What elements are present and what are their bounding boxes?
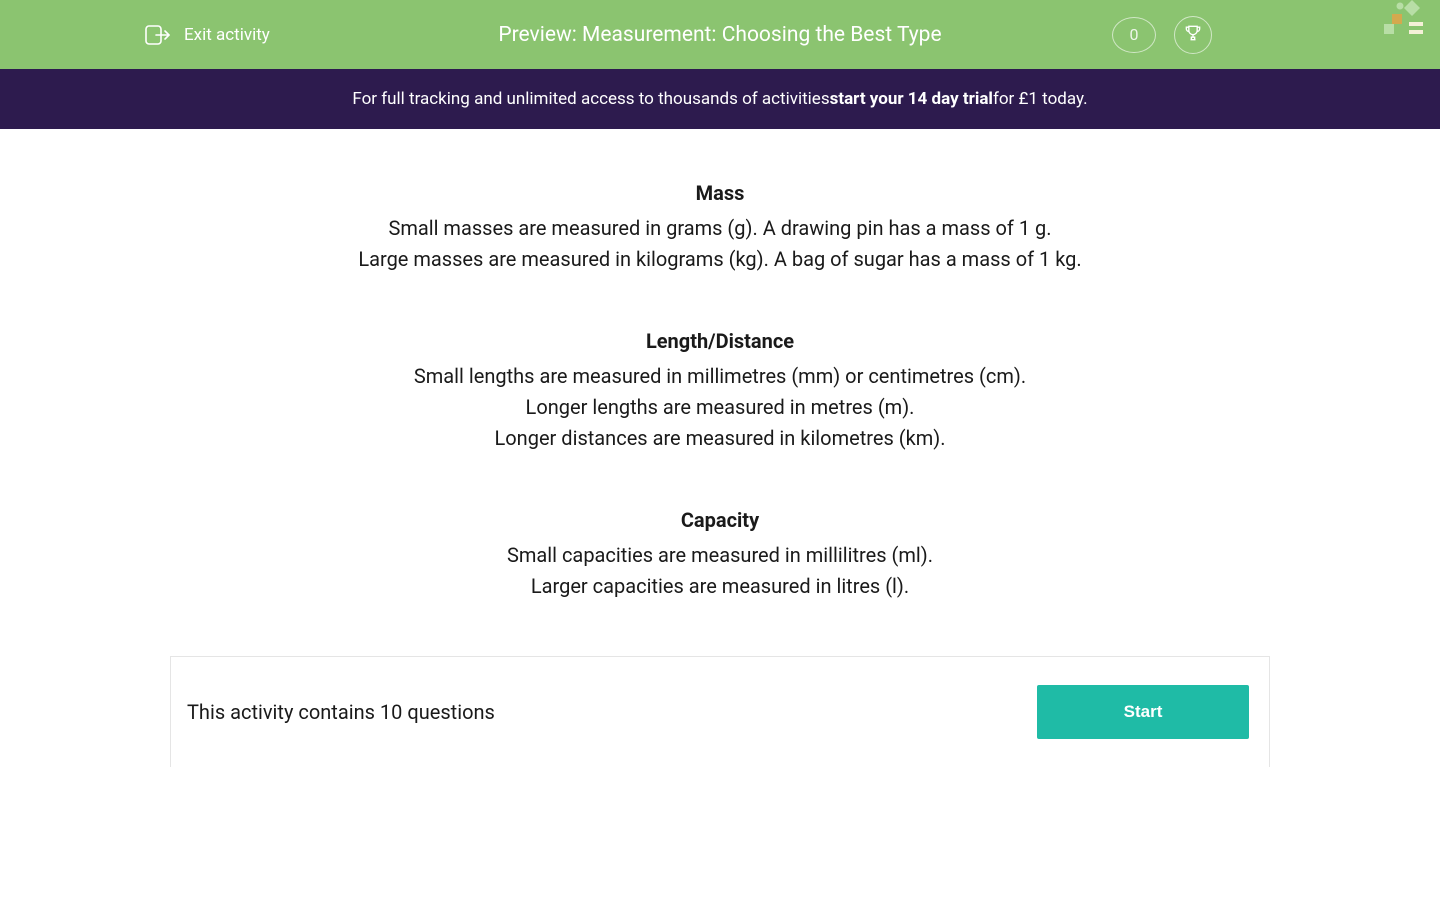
- exit-activity-button[interactable]: Exit activity: [144, 23, 270, 47]
- promo-bold: start your 14 day trial: [830, 89, 993, 109]
- trophy-icon: [1183, 23, 1203, 47]
- content-section: Mass Small masses are measured in grams (…: [0, 181, 1440, 275]
- section-title: Length/Distance: [0, 329, 1440, 353]
- header-decoration-icon: [1370, 0, 1440, 50]
- promo-suffix: for £1 today.: [993, 89, 1088, 109]
- header-bar: Exit activity Preview: Measurement: Choo…: [0, 0, 1440, 69]
- promo-prefix: For full tracking and unlimited access t…: [352, 89, 829, 109]
- content-area: Mass Small masses are measured in grams (…: [0, 129, 1440, 767]
- exit-activity-label: Exit activity: [184, 25, 270, 45]
- header-right-controls: 0: [1112, 16, 1212, 54]
- content-section: Capacity Small capacities are measured in…: [0, 508, 1440, 602]
- question-count-label: This activity contains 10 questions: [187, 700, 495, 724]
- section-title: Capacity: [0, 508, 1440, 532]
- start-button[interactable]: Start: [1037, 685, 1249, 739]
- trophy-button[interactable]: [1174, 16, 1212, 54]
- score-counter: 0: [1112, 17, 1156, 53]
- content-section: Length/Distance Small lengths are measure…: [0, 329, 1440, 454]
- section-text-line: Larger capacities are measured in litres…: [0, 571, 1440, 602]
- section-text-line: Longer distances are measured in kilomet…: [0, 423, 1440, 454]
- exit-icon: [144, 23, 172, 47]
- section-text-line: Large masses are measured in kilograms (…: [0, 244, 1440, 275]
- activity-action-bar: This activity contains 10 questions Star…: [170, 656, 1270, 767]
- promo-banner[interactable]: For full tracking and unlimited access t…: [0, 69, 1440, 129]
- section-text-line: Small capacities are measured in millili…: [0, 540, 1440, 571]
- section-text-line: Longer lengths are measured in metres (m…: [0, 392, 1440, 423]
- section-text-line: Small lengths are measured in millimetre…: [0, 361, 1440, 392]
- section-text-line: Small masses are measured in grams (g). …: [0, 213, 1440, 244]
- page-title: Preview: Measurement: Choosing the Best …: [498, 23, 941, 47]
- section-title: Mass: [0, 181, 1440, 205]
